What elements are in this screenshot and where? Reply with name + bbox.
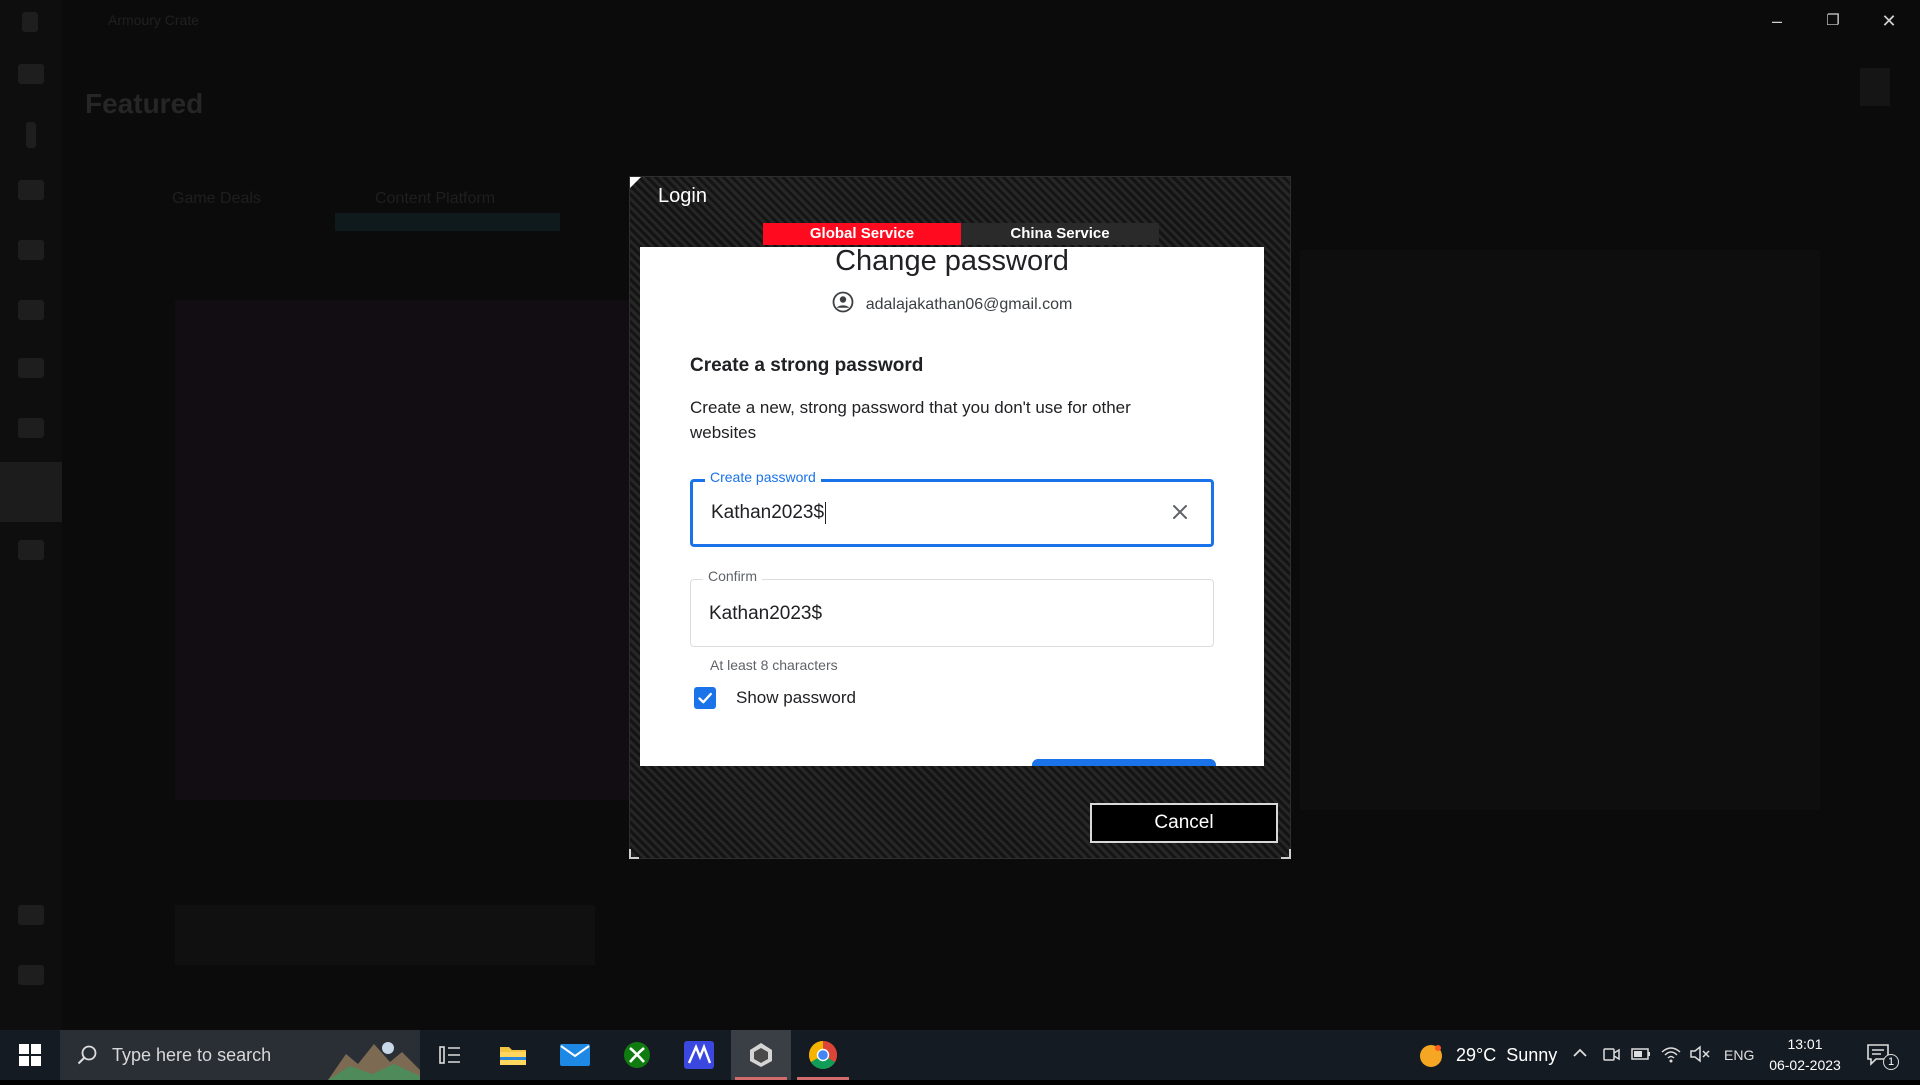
account-chip: adalajakathan06@gmail.com (640, 291, 1264, 318)
bg-app-title: Armoury Crate (108, 12, 200, 28)
speaker-muted-icon[interactable] (1689, 1044, 1711, 1069)
chrome-icon (809, 1041, 837, 1069)
taskbar-clock[interactable]: 13:01 06-02-2023 (1760, 1034, 1850, 1076)
bg-tab-content-platform: Content Platform (375, 190, 496, 207)
task-view-icon (439, 1046, 460, 1064)
wifi-icon[interactable] (1660, 1044, 1682, 1069)
bg-nav-icon (18, 540, 44, 560)
next-button[interactable] (1032, 759, 1216, 766)
section-description: Create a new, strong password that you d… (690, 398, 1131, 442)
bg-banner (175, 300, 635, 800)
notification-count-badge: 1 (1883, 1054, 1899, 1070)
mail-button[interactable] (545, 1030, 605, 1080)
create-password-value: Kathan2023$ (711, 502, 825, 524)
cancel-button[interactable]: Cancel (1090, 803, 1278, 843)
confirm-password-label: Confirm (703, 568, 763, 584)
weather-text: 29°C Sunny (1456, 1045, 1558, 1065)
bg-nav-icon (26, 122, 36, 148)
bg-nav-icon (18, 240, 44, 260)
back-icon (22, 12, 38, 32)
dialog-corner-decoration (1281, 849, 1291, 859)
show-password-checkbox[interactable] (694, 687, 716, 709)
bg-nav-active (0, 462, 62, 522)
bg-footer-block (175, 905, 595, 965)
service-tabs: Global Service China Service (763, 223, 1159, 245)
search-icon (76, 1044, 98, 1066)
weather-widget[interactable]: 29°C Sunny (1418, 1030, 1558, 1080)
media-app-button[interactable] (669, 1030, 729, 1080)
tab-global-service[interactable]: Global Service (763, 223, 961, 245)
bg-page-title: Featured (85, 88, 204, 119)
search-placeholder: Type here to search (112, 1044, 272, 1065)
meet-now-icon[interactable] (1601, 1044, 1621, 1069)
battery-icon[interactable] (1630, 1044, 1652, 1069)
restore-button[interactable]: ❐ (1813, 6, 1853, 36)
bg-nav-icon (18, 418, 44, 438)
text-caret (825, 502, 827, 524)
menu-icon (18, 64, 44, 84)
bg-panel (1300, 250, 1820, 810)
file-explorer-button[interactable] (483, 1030, 543, 1080)
clock-date: 06-02-2023 (1769, 1057, 1841, 1073)
minimize-button[interactable]: – (1757, 6, 1797, 36)
mail-icon (560, 1044, 590, 1066)
media-app-icon (684, 1041, 714, 1069)
bg-nav-icon (18, 358, 44, 378)
chrome-button[interactable] (793, 1030, 853, 1080)
bg-scroll-thumb (1860, 68, 1890, 106)
bg-tab-game-deals: Game Deals (172, 190, 261, 207)
armoury-crate-icon (750, 1043, 772, 1067)
clear-icon[interactable] (1167, 499, 1193, 525)
close-window-button[interactable]: ✕ (1869, 6, 1909, 36)
armoury-crate-button[interactable] (731, 1030, 791, 1080)
dialog-corner-decoration (630, 177, 641, 188)
dialog-corner-decoration (629, 849, 639, 859)
windows-icon (19, 1044, 41, 1066)
account-circle-icon (832, 291, 854, 318)
tab-china-service[interactable]: China Service (961, 223, 1159, 245)
create-password-field[interactable]: Create password Kathan2023$ (690, 469, 1214, 547)
section-title: Create a strong password (690, 355, 924, 376)
task-view-button[interactable] (420, 1030, 480, 1080)
settings-icon (18, 965, 44, 985)
page-title: Change password (835, 247, 1069, 277)
change-password-panel: Change password adalajakathan06@gmail.co… (640, 247, 1264, 766)
xbox-button[interactable] (607, 1030, 667, 1080)
password-hint: At least 8 characters (710, 657, 838, 673)
sun-icon (1418, 1043, 1444, 1074)
bg-sidebar (0, 0, 62, 1030)
language-indicator[interactable]: ENG (1724, 1047, 1754, 1063)
confirm-password-input[interactable]: Kathan2023$ (709, 603, 822, 625)
folder-icon (500, 1047, 526, 1065)
dialog-title: Login (658, 185, 707, 207)
account-email: adalajakathan06@gmail.com (865, 295, 1073, 313)
taskbar-search[interactable]: Type here to search (60, 1030, 420, 1080)
create-password-input[interactable]: Kathan2023$ (711, 502, 827, 524)
bg-nav-icon (18, 180, 44, 200)
show-password-row: Show password (690, 687, 856, 709)
login-dialog: Login Global Service China Service Chang… (629, 176, 1291, 859)
checkmark-icon (698, 692, 712, 704)
start-button[interactable] (0, 1030, 60, 1080)
clock-time: 13:01 (1787, 1036, 1823, 1052)
create-password-label: Create password (705, 469, 821, 485)
xbox-icon (624, 1042, 650, 1068)
bg-nav-icon (18, 300, 44, 320)
bg-tab-underline (335, 213, 560, 231)
confirm-password-field[interactable]: Confirm Kathan2023$ (690, 568, 1214, 647)
chevron-up-icon[interactable] (1571, 1044, 1589, 1067)
taskbar: Type here to search 29°C Sunny ENG 13:01… (0, 1030, 1920, 1080)
show-password-label[interactable]: Show password (736, 688, 856, 708)
search-highlight-icon (328, 1036, 420, 1080)
bg-nav-icon (18, 905, 44, 925)
